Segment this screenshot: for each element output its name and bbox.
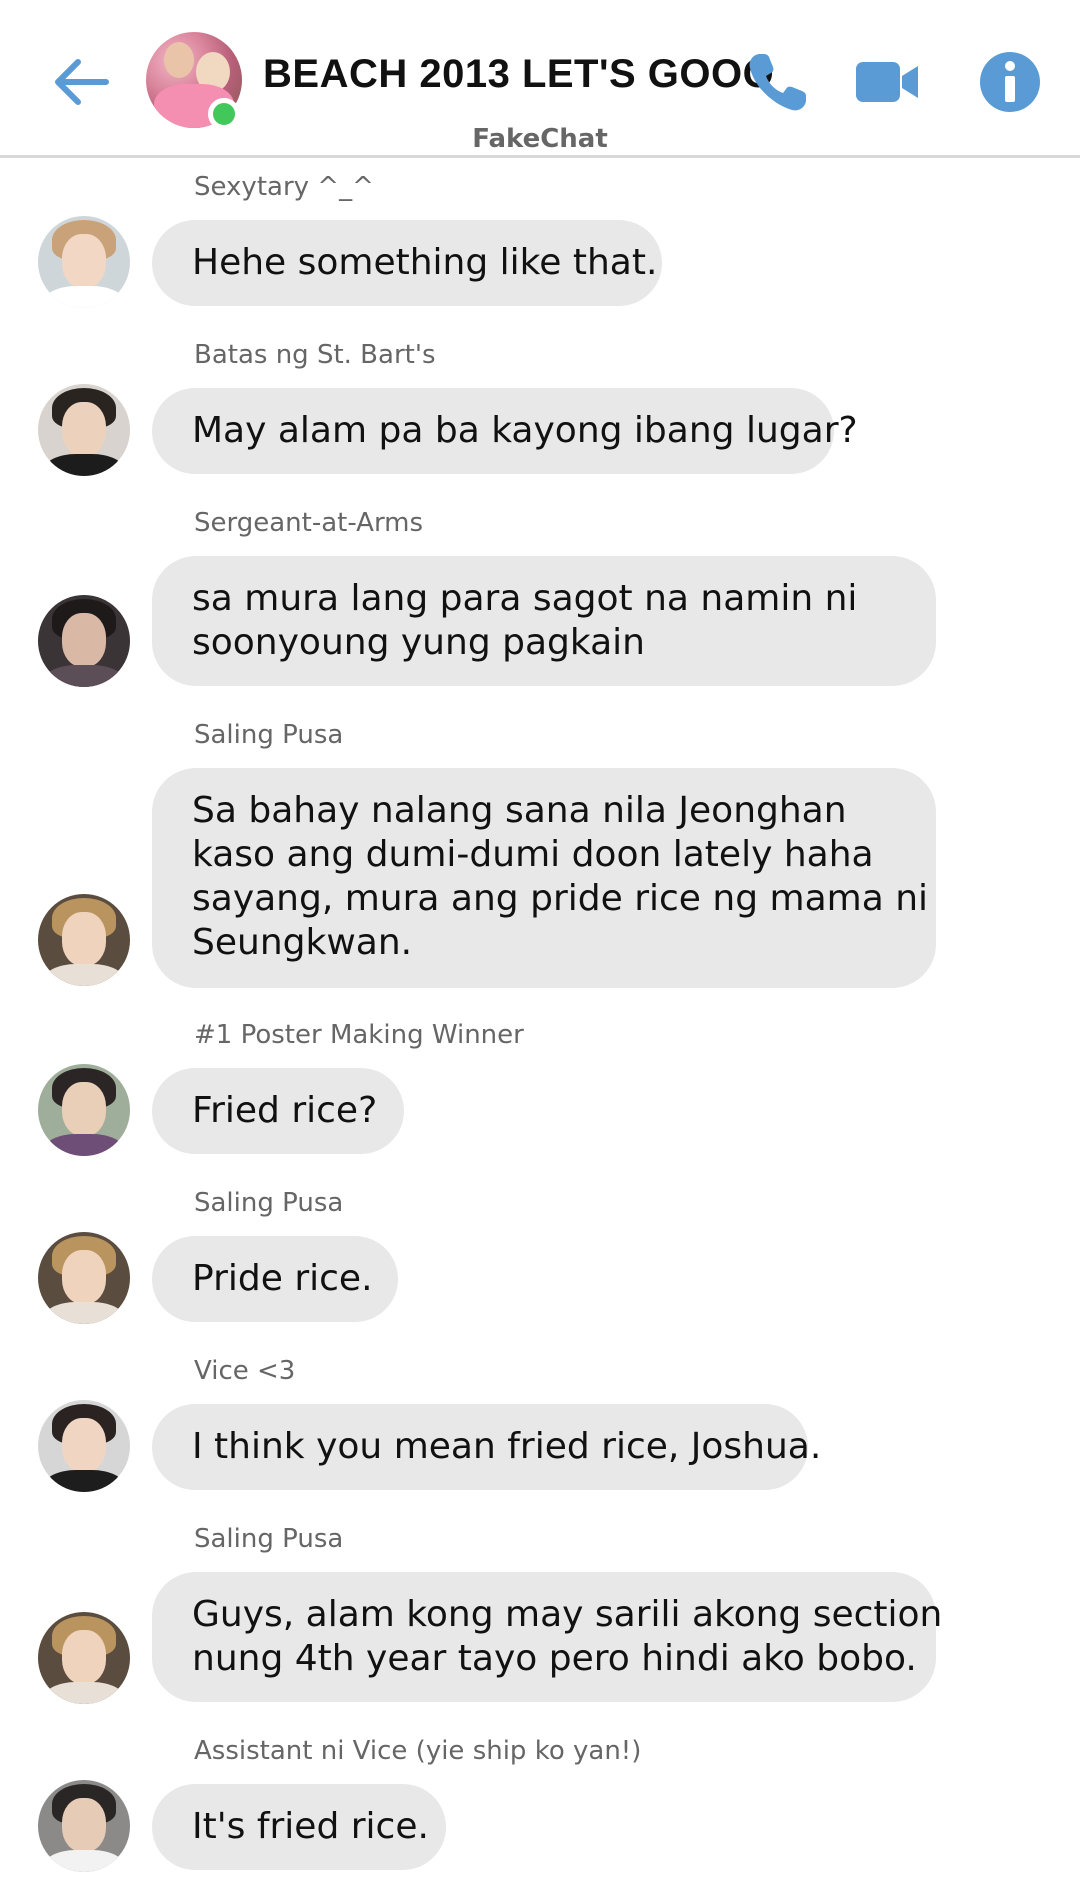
- message-text: May alam pa ba kayong ibang lugar?: [192, 410, 858, 451]
- message-bubble[interactable]: Hehe something like that.: [152, 220, 662, 306]
- sender-name: Saling Pusa: [194, 720, 344, 750]
- message-bubble[interactable]: sa mura lang para sagot na namin ni soon…: [152, 556, 936, 686]
- video-camera-icon[interactable]: [852, 46, 924, 118]
- chat-subtitle: FakeChat: [472, 124, 608, 154]
- avatar[interactable]: [38, 595, 130, 687]
- message-text: Guys, alam kong may sarili akong section: [192, 1594, 943, 1635]
- sender-name: Batas ng St. Bart's: [194, 340, 436, 370]
- message-bubble[interactable]: Sa bahay nalang sana nila Jeonghan kaso …: [152, 768, 936, 988]
- message-text: I think you mean fried rice, Joshua.: [192, 1426, 822, 1467]
- sender-name: Sexytary ^_^: [194, 172, 374, 202]
- message-text: Hehe something like that.: [192, 242, 658, 283]
- message-bubble[interactable]: I think you mean fried rice, Joshua.: [152, 1404, 822, 1490]
- message-text: soonyoung yung pagkain: [192, 622, 645, 663]
- message-list[interactable]: Sexytary ^_^ Hehe something like that. B…: [0, 158, 1080, 1881]
- info-icon[interactable]: [974, 46, 1046, 118]
- message-text: Fried rice?: [192, 1090, 378, 1131]
- avatar[interactable]: [38, 1780, 130, 1872]
- sender-name: Vice <3: [194, 1356, 296, 1386]
- avatar[interactable]: [38, 1064, 130, 1156]
- chat-title[interactable]: BEACH 2013 LET'S GOOO: [263, 52, 774, 97]
- message-text: Seungkwan.: [192, 922, 413, 963]
- avatar[interactable]: [38, 894, 130, 986]
- message-text: sa mura lang para sagot na namin ni: [192, 578, 858, 619]
- sender-name: #1 Poster Making Winner: [194, 1020, 524, 1050]
- avatar[interactable]: [38, 384, 130, 476]
- message-bubble[interactable]: Pride rice.: [152, 1236, 398, 1322]
- message-text: It's fried rice.: [192, 1806, 429, 1847]
- message-bubble[interactable]: Guys, alam kong may sarili akong section…: [152, 1572, 943, 1702]
- phone-icon[interactable]: [742, 46, 814, 118]
- chat-header: BEACH 2013 LET'S GOOO FakeChat: [0, 0, 1080, 158]
- message-bubble[interactable]: It's fried rice.: [152, 1784, 446, 1870]
- message-bubble[interactable]: Fried rice?: [152, 1068, 404, 1154]
- sender-name: Assistant ni Vice (yie ship ko yan!): [194, 1736, 642, 1766]
- message-text: nung 4th year tayo pero hindi ako bobo.: [192, 1638, 917, 1679]
- sender-name: Saling Pusa: [194, 1188, 344, 1218]
- avatar[interactable]: [38, 216, 130, 308]
- sender-name: Saling Pusa: [194, 1524, 344, 1554]
- message-text: Pride rice.: [192, 1258, 373, 1299]
- message-text: kaso ang dumi-dumi doon lately haha: [192, 834, 874, 875]
- avatar[interactable]: [38, 1612, 130, 1704]
- message-text: sayang, mura ang pride rice ng mama ni: [192, 878, 929, 919]
- avatar[interactable]: [38, 1400, 130, 1492]
- avatar[interactable]: [38, 1232, 130, 1324]
- back-button[interactable]: [50, 50, 114, 114]
- sender-name: Sergeant-at-Arms: [194, 508, 424, 538]
- message-bubble[interactable]: May alam pa ba kayong ibang lugar?: [152, 388, 858, 474]
- message-text: Sa bahay nalang sana nila Jeonghan: [192, 790, 847, 831]
